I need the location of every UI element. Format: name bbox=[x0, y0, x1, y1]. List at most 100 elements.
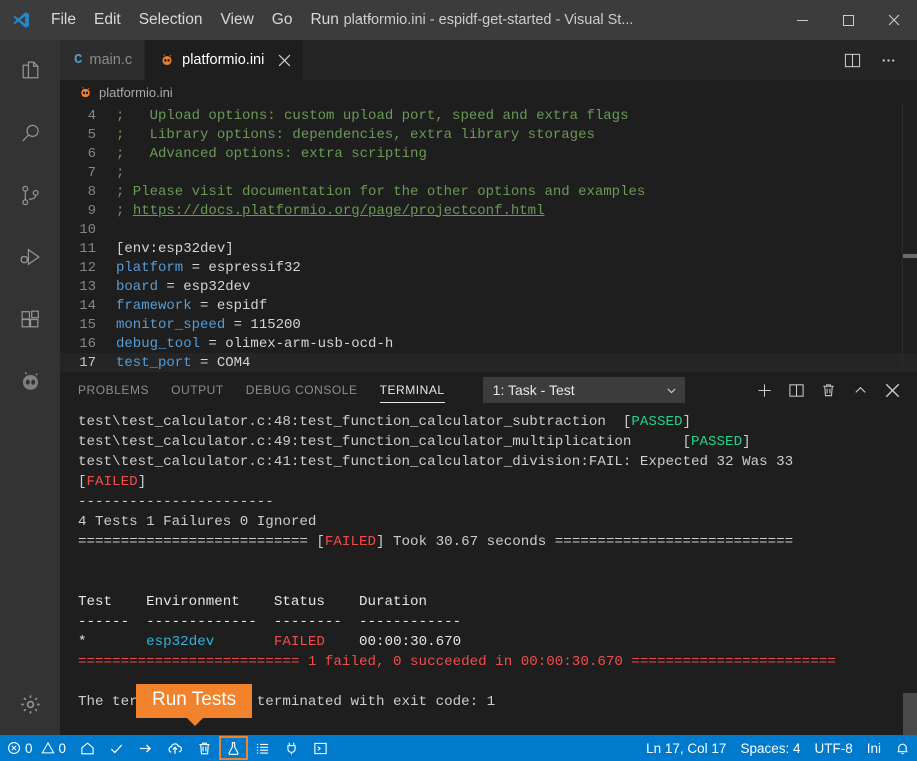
manage-settings-button[interactable] bbox=[0, 673, 60, 735]
terminal-token: ------ ------------- -------- ----------… bbox=[78, 614, 462, 630]
terminal-token: Test Environment Status Duration bbox=[78, 594, 428, 610]
maximize-icon[interactable] bbox=[825, 0, 871, 40]
status-pio-build[interactable] bbox=[102, 735, 131, 761]
sidebar-item-explorer[interactable] bbox=[0, 40, 60, 102]
close-icon[interactable] bbox=[278, 54, 291, 67]
code-text: test_port = COM4 bbox=[116, 355, 250, 371]
menu-run[interactable]: Run bbox=[301, 0, 347, 40]
status-pio-serial-monitor[interactable] bbox=[277, 735, 306, 761]
terminal-token: * bbox=[78, 634, 147, 650]
tab-output[interactable]: OUTPUT bbox=[171, 372, 224, 408]
panel-header: PROBLEMS OUTPUT DEBUG CONSOLE TERMINAL 1… bbox=[60, 372, 917, 408]
sidebar-item-run-and-debug[interactable] bbox=[0, 226, 60, 288]
status-indentation[interactable]: Spaces: 4 bbox=[733, 735, 807, 761]
code-line: 17 test_port = COM4 bbox=[60, 353, 917, 372]
warning-icon bbox=[40, 741, 55, 755]
code-token[interactable]: https://docs.platformio.org/page/project… bbox=[133, 203, 545, 219]
terminal-line: ----------------------- bbox=[78, 492, 917, 512]
line-number: 9 bbox=[87, 202, 96, 219]
code-token: board bbox=[116, 278, 159, 295]
line-number: 7 bbox=[87, 164, 96, 181]
sidebar-item-platformio[interactable] bbox=[0, 350, 60, 412]
terminal-line: ------ ------------- -------- ----------… bbox=[78, 612, 917, 632]
code-text: debug_tool = olimex-arm-usb-ocd-h bbox=[116, 336, 393, 352]
menu-more[interactable]: ⋯ bbox=[348, 0, 382, 40]
sidebar-item-extensions[interactable] bbox=[0, 288, 60, 350]
breadcrumb[interactable]: platformio.ini bbox=[60, 80, 917, 104]
line-number: 12 bbox=[79, 259, 96, 276]
check-icon bbox=[109, 741, 124, 756]
status-pio-upload-ota[interactable] bbox=[160, 735, 190, 761]
status-bar-right: Ln 17, Col 17 Spaces: 4 UTF-8 Ini bbox=[639, 735, 917, 761]
tab-debug-console[interactable]: DEBUG CONSOLE bbox=[246, 372, 358, 408]
status-encoding[interactable]: UTF-8 bbox=[807, 735, 859, 761]
sidebar-item-source-control[interactable] bbox=[0, 164, 60, 226]
list-icon bbox=[255, 741, 270, 756]
terminal-token: ] bbox=[682, 414, 692, 430]
code-text: platform = espressif32 bbox=[116, 260, 301, 276]
status-language-mode[interactable]: Ini bbox=[860, 735, 888, 761]
code-line: 8 ; Please visit documentation for the ot… bbox=[60, 182, 917, 201]
menu-go[interactable]: Go bbox=[263, 0, 302, 40]
code-token: = esp32dev bbox=[158, 278, 251, 295]
terminal-token: FAILED bbox=[273, 634, 325, 650]
workbench: C main.c platformio.ini platformio.ini 4… bbox=[0, 40, 917, 735]
code-line: 10 bbox=[60, 220, 917, 239]
terminal-line: test\test_calculator.c:49:test_function_… bbox=[78, 432, 917, 452]
terminal-line: Test Environment Status Duration bbox=[78, 592, 917, 612]
tab-terminal[interactable]: TERMINAL bbox=[379, 372, 445, 408]
status-pio-upload[interactable] bbox=[131, 735, 160, 761]
terminal-lines: test\test_calculator.c:48:test_function_… bbox=[78, 412, 917, 712]
terminal-scrollbar[interactable] bbox=[903, 693, 917, 735]
close-panel-button[interactable] bbox=[877, 375, 907, 405]
minimize-icon[interactable] bbox=[779, 0, 825, 40]
menu-file[interactable]: File bbox=[42, 0, 85, 40]
status-problems[interactable]: 0 0 bbox=[0, 735, 73, 761]
status-notifications[interactable] bbox=[888, 735, 917, 761]
line-number: 5 bbox=[87, 126, 96, 143]
new-terminal-button[interactable] bbox=[749, 375, 779, 405]
title-bar: File Edit Selection View Go Run ⋯ platfo… bbox=[0, 0, 917, 40]
code-text: ; Upload options: custom upload port, sp… bbox=[116, 108, 628, 124]
code-line: 14 framework = espidf bbox=[60, 296, 917, 315]
tab-platformio-ini[interactable]: platformio.ini bbox=[145, 40, 305, 80]
close-icon[interactable] bbox=[871, 0, 917, 40]
editor-scrollbar-marker[interactable] bbox=[903, 254, 917, 258]
arrow-right-icon bbox=[138, 741, 153, 756]
terminal-token: test\test_calculator.c:48:test_function_… bbox=[78, 414, 632, 430]
code-line: 4 ; Upload options: custom upload port, s… bbox=[60, 106, 917, 125]
status-pio-test[interactable] bbox=[219, 736, 249, 760]
tab-main-c[interactable]: C main.c bbox=[60, 40, 146, 80]
home-icon bbox=[80, 741, 95, 756]
status-pio-tasks[interactable] bbox=[248, 735, 277, 761]
status-pio-clean[interactable] bbox=[190, 735, 219, 761]
code-text: framework = espidf bbox=[116, 298, 267, 314]
code-token: = COM4 bbox=[191, 354, 251, 371]
terminal-selector-dropdown[interactable]: 1: Task - Test bbox=[482, 377, 685, 403]
kill-terminal-button[interactable] bbox=[813, 375, 843, 405]
terminal-token: 4 Tests 1 Failures 0 Ignored bbox=[78, 514, 317, 530]
split-editor-icon[interactable] bbox=[837, 45, 867, 75]
menu-edit[interactable]: Edit bbox=[85, 0, 130, 40]
menu-view[interactable]: View bbox=[211, 0, 262, 40]
status-pio-home[interactable] bbox=[73, 735, 102, 761]
status-cursor-position[interactable]: Ln 17, Col 17 bbox=[639, 735, 733, 761]
line-number: 16 bbox=[79, 335, 96, 352]
code-line: 16 debug_tool = olimex-arm-usb-ocd-h bbox=[60, 334, 917, 353]
more-actions-icon[interactable] bbox=[873, 45, 903, 75]
tab-problems[interactable]: PROBLEMS bbox=[78, 372, 149, 408]
code-token: monitor_speed bbox=[116, 316, 226, 333]
terminal-token: esp32dev bbox=[146, 634, 215, 650]
menu-selection[interactable]: Selection bbox=[130, 0, 212, 40]
code-line: 15 monitor_speed = 115200 bbox=[60, 315, 917, 334]
code-editor[interactable]: 4 ; Upload options: custom upload port, s… bbox=[60, 104, 917, 372]
status-pio-terminal[interactable] bbox=[306, 735, 335, 761]
chevron-down-icon bbox=[666, 385, 677, 396]
terminal-line: 4 Tests 1 Failures 0 Ignored bbox=[78, 512, 917, 532]
tab-label: platformio.ini bbox=[182, 52, 265, 68]
maximize-panel-button[interactable] bbox=[845, 375, 875, 405]
split-terminal-button[interactable] bbox=[781, 375, 811, 405]
code-token: debug_tool bbox=[116, 335, 201, 352]
sidebar-item-search[interactable] bbox=[0, 102, 60, 164]
gear-icon bbox=[18, 692, 43, 717]
